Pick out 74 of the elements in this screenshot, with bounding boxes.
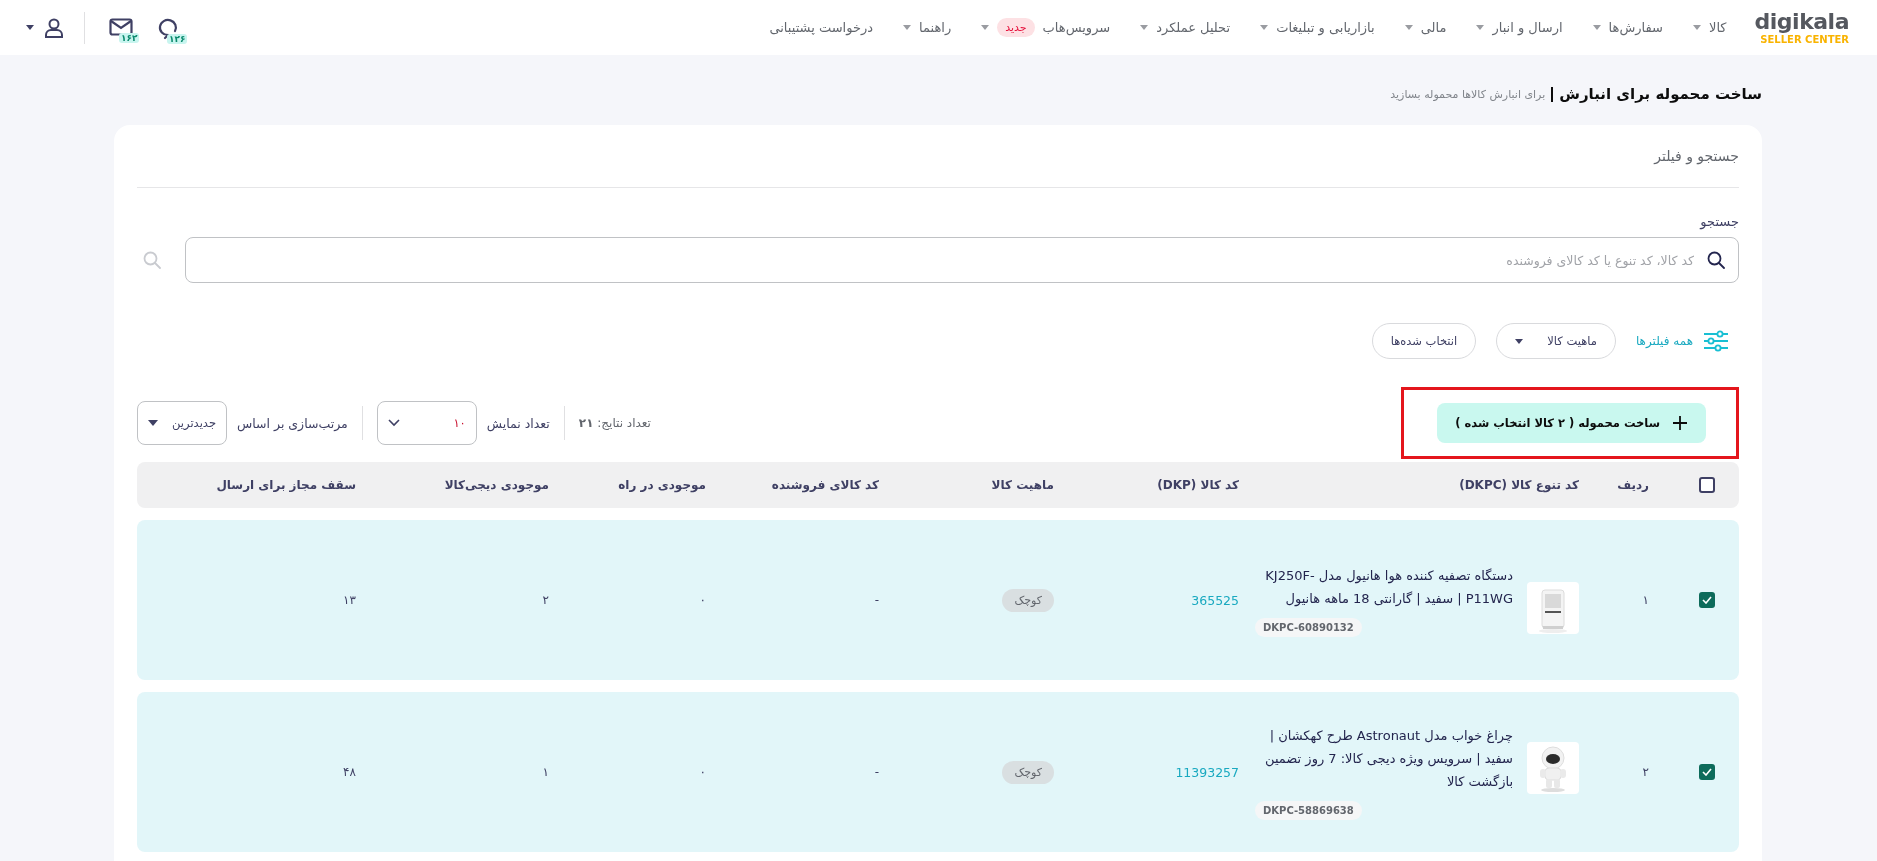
messages-button[interactable]: ۱۶۲ [105, 10, 139, 45]
column-header: موجودی دیجی‌کالا [444, 478, 549, 492]
panel-title: جستجو و فیلتر [1654, 148, 1739, 164]
select-all-checkbox[interactable] [1699, 477, 1715, 493]
page-subtitle: برای انبارش کالاها محموله بسازید [1390, 87, 1546, 101]
variant-code-tag: DKPC-60890132 [1255, 617, 1362, 637]
nav-menu-item[interactable]: مالی [1404, 20, 1447, 35]
notification-count: ۱۲۶ [167, 33, 188, 44]
table-cell: ۱۳ [343, 593, 356, 607]
nav-menu-item[interactable]: راهنما [903, 20, 952, 35]
chevron-down-icon [387, 419, 400, 427]
table-cell: - [874, 593, 879, 607]
field-label: جستجو [1698, 214, 1739, 229]
nav-menu-item[interactable]: ارسال و انبار [1476, 20, 1563, 35]
caret-icon [1260, 25, 1269, 30]
caret-icon [1515, 338, 1524, 344]
column-header: سقف مجاز برای ارسال [216, 478, 356, 492]
page-title: ساخت محموله برای انبارش [1559, 85, 1762, 103]
filter-chip[interactable]: انتخاب شده‌ها [1371, 323, 1477, 359]
user-menu-button[interactable] [26, 17, 64, 38]
notification-count: ۱۶۲ [119, 32, 140, 43]
table-cell: ۱ [542, 765, 549, 779]
table-cell: ۱ [1642, 593, 1649, 607]
plus-icon [1672, 415, 1688, 431]
nav-menu-item[interactable]: تحلیل عملکرد [1140, 20, 1231, 35]
product-name: دستگاه تصفیه کننده هوا هانیول مدل KJ250F-P11WG | سفید | گارانتی 18 ماهه هانیول [1264, 566, 1513, 609]
size-tag: کوچک [1002, 760, 1054, 784]
nav-menu-item[interactable]: کالا [1692, 20, 1727, 35]
column-header: ردیف [1617, 478, 1649, 492]
caret-icon [1592, 25, 1601, 30]
page-size-select[interactable]: ۱۰ [376, 401, 477, 445]
chat-button[interactable]: ۱۲۶ [153, 9, 187, 46]
checkmark-icon [1702, 768, 1712, 776]
field-label: مرتب‌سازی بر اساس [237, 415, 348, 431]
filter-dropdown[interactable]: ماهیت کالا [1496, 323, 1616, 359]
table-cell: - [874, 765, 879, 779]
caret-icon [148, 420, 158, 426]
column-header: ماهیت کالا [991, 478, 1054, 492]
caret-icon [1692, 25, 1701, 30]
create-shipment-button[interactable]: ساخت محموله ( ۲ کالا انتخاب شده ) [1437, 403, 1706, 443]
nav-menu-item[interactable]: درخواست پشتیبانی [769, 20, 874, 35]
column-header: کد تنوع کالا (DKPC) [1459, 478, 1579, 492]
field-label: تعداد نمایش [486, 415, 550, 431]
caret-icon [1140, 25, 1149, 30]
new-badge: جدید [997, 18, 1035, 37]
table-cell: ۴۸ [343, 765, 356, 779]
logo[interactable]: digikala SELLER CENTER [1754, 10, 1849, 45]
table-cell: ۲ [542, 593, 549, 607]
variant-code-tag: DKPC-58869638 [1255, 801, 1362, 820]
nav-menu-item[interactable]: سرویس‌هاب جدید [981, 18, 1111, 37]
caret-icon [1404, 25, 1413, 30]
size-tag: کوچک [1002, 588, 1054, 612]
row-checkbox[interactable] [1699, 764, 1715, 780]
product-name: چراغ خواب مدل Astronaut طرح کهکشان | سفید | سرویس ویژه دیجی کالا: 7 روز تضمین بازگشت کالا [1264, 727, 1513, 791]
row-checkbox[interactable] [1699, 592, 1715, 608]
column-header: کد کالای فروشنده [771, 478, 879, 492]
sort-select[interactable]: جدیدترین [137, 401, 227, 445]
search-icon [1707, 251, 1725, 269]
caret-icon [1476, 25, 1485, 30]
results-count: تعداد نتایج: ۲۱ [578, 416, 651, 430]
table-cell: ۲ [1642, 765, 1649, 779]
column-header: کد کالا (DKP) [1157, 478, 1239, 492]
nav-menu-item[interactable]: سفارش‌ها [1592, 20, 1663, 35]
column-header: موجودی در راه [618, 478, 706, 492]
table-cell: ۰ [699, 765, 706, 779]
caret-icon [981, 25, 990, 30]
search-field[interactable]: کد کالا، کد تنوع یا کد کالای فروشنده [185, 237, 1739, 283]
checkmark-icon [1702, 596, 1712, 604]
filter-sliders-icon [1703, 330, 1729, 352]
caret-icon [26, 25, 34, 30]
table-cell: ۰ [699, 593, 706, 607]
nav-menu-item[interactable]: بازاریابی و تبلیغات [1260, 20, 1375, 35]
caret-icon [903, 25, 912, 30]
user-icon [44, 17, 64, 38]
